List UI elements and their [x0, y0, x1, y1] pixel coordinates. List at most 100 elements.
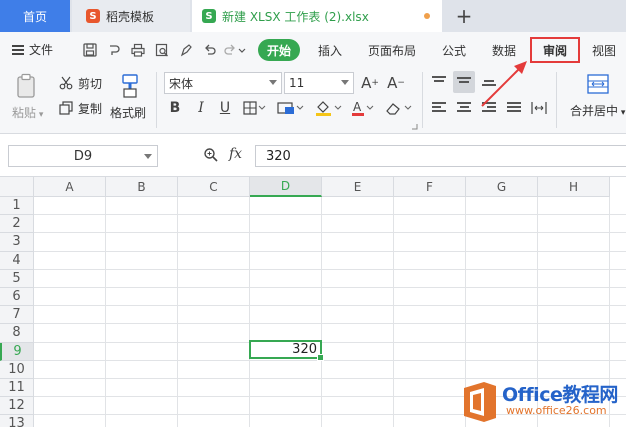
paste-button[interactable]: 粘贴 ▾ — [12, 104, 43, 121]
cell-style-icon[interactable] — [276, 98, 306, 118]
align-left-icon[interactable] — [432, 102, 446, 114]
grid-row-line — [34, 250, 626, 252]
formula-input[interactable]: 320 — [255, 145, 626, 167]
format-copy-icon[interactable] — [178, 42, 194, 58]
row-header-9[interactable]: 9 — [0, 342, 34, 361]
column-header-g[interactable]: G — [466, 177, 538, 197]
row-header-3[interactable]: 3 — [0, 233, 34, 252]
watermark-subtitle: www.office26.com — [506, 404, 607, 417]
align-middle-icon[interactable] — [457, 77, 471, 89]
output-icon[interactable] — [106, 42, 122, 58]
column-header-f[interactable]: F — [394, 177, 466, 197]
tab-view-label: 视图 — [592, 43, 617, 58]
row-header-2[interactable]: 2 — [0, 215, 34, 234]
save-icon[interactable] — [82, 42, 98, 58]
tab-insert-label: 插入 — [318, 43, 343, 58]
format-painter-button[interactable]: 格式刷 — [110, 104, 146, 121]
tab-insert[interactable]: 插入 — [318, 40, 342, 60]
column-header-e[interactable]: E — [322, 177, 394, 197]
justify-icon[interactable] — [507, 102, 521, 114]
bold-icon[interactable]: B — [166, 98, 184, 118]
row-header-8[interactable]: 8 — [0, 324, 34, 343]
zoom-search-icon[interactable] — [203, 147, 219, 167]
tab-template[interactable]: S 稻壳模板 — [72, 0, 190, 32]
tab-home-label: 首页 — [22, 9, 47, 24]
name-box[interactable]: D9 — [8, 145, 158, 167]
name-box-value: D9 — [73, 148, 93, 164]
file-menu-button[interactable]: 文件 — [12, 41, 53, 58]
align-right-icon[interactable] — [482, 102, 496, 114]
tab-formula[interactable]: 公式 — [442, 40, 466, 60]
cut-label: 剪切 — [78, 77, 103, 91]
row-header-10[interactable]: 10 — [0, 360, 34, 379]
align-bottom-icon[interactable] — [482, 80, 496, 92]
format-painter-icon[interactable] — [118, 72, 142, 100]
decrease-font-icon[interactable]: A − — [386, 72, 406, 94]
column-header-b[interactable]: B — [106, 177, 178, 197]
row-header-6[interactable]: 6 — [0, 288, 34, 307]
row-header-13[interactable]: 13 — [0, 415, 34, 427]
ribbon-divider — [422, 72, 423, 128]
print-icon[interactable] — [130, 42, 146, 58]
column-header-d[interactable]: D — [250, 177, 322, 197]
tab-page-layout[interactable]: 页面布局 — [368, 40, 416, 60]
select-all-corner[interactable] — [0, 177, 34, 197]
row-header-5[interactable]: 5 — [0, 269, 34, 288]
undo-icon[interactable] — [202, 42, 218, 58]
cell-d9-value: 320 — [292, 342, 317, 357]
distribute-icon[interactable] — [529, 98, 549, 118]
formula-bar: D9 fx 320 — [0, 134, 626, 177]
insert-function-button[interactable]: fx — [229, 146, 242, 162]
tab-data[interactable]: 数据 — [492, 40, 516, 60]
column-header-h[interactable]: H — [538, 177, 610, 197]
tab-home[interactable]: 首页 — [0, 0, 70, 32]
unsaved-dot-icon — [424, 13, 430, 19]
align-center-icon[interactable] — [457, 102, 471, 114]
row-header-11[interactable]: 11 — [0, 379, 34, 398]
tab-file[interactable]: S 新建 XLSX 工作表 (2).xlsx — [192, 0, 442, 32]
new-tab-plus-icon[interactable]: + — [452, 0, 476, 32]
row-header-7[interactable]: 7 — [0, 306, 34, 325]
column-header-a[interactable]: A — [34, 177, 106, 197]
tab-view[interactable]: 视图 — [592, 40, 616, 60]
align-top-icon[interactable] — [432, 76, 446, 88]
copy-icon[interactable] — [58, 100, 74, 116]
underline-icon[interactable]: U — [216, 98, 234, 118]
increase-font-icon[interactable]: A + — [360, 72, 380, 94]
border-icon[interactable] — [242, 98, 268, 118]
font-size-value: 11 — [289, 76, 305, 90]
ribbon-divider — [156, 72, 157, 128]
print-preview-icon[interactable] — [154, 42, 170, 58]
grid-row-line — [34, 268, 626, 270]
italic-icon[interactable]: I — [192, 98, 210, 118]
fx-label: fx — [229, 146, 243, 162]
font-name-select[interactable]: 宋体 — [164, 72, 282, 94]
row-header-1[interactable]: 1 — [0, 197, 34, 216]
font-size-select[interactable]: 11 — [284, 72, 354, 94]
font-dialog-launcher-icon[interactable] — [410, 122, 418, 130]
row-header-12[interactable]: 12 — [0, 397, 34, 416]
tab-page-layout-label: 页面布局 — [368, 43, 417, 58]
format-painter-label: 格式刷 — [110, 106, 147, 120]
cut-button[interactable]: 剪切 — [78, 75, 102, 92]
font-name-value: 宋体 — [169, 76, 194, 91]
office-logo-icon — [462, 380, 500, 424]
merge-center-icon[interactable] — [586, 72, 610, 96]
tab-data-label: 数据 — [492, 43, 517, 58]
scissors-icon[interactable] — [58, 75, 74, 91]
copy-button[interactable]: 复制 — [78, 100, 102, 117]
quick-access-dropdown-icon[interactable] — [234, 42, 250, 58]
eraser-icon[interactable] — [384, 98, 414, 118]
merge-center-button[interactable]: 合并居中 ▾ — [570, 102, 625, 119]
font-color-icon[interactable]: A — [350, 98, 376, 118]
paste-icon[interactable] — [14, 72, 40, 100]
selected-cell-d9[interactable]: 320 — [249, 340, 324, 361]
column-header-c[interactable]: C — [178, 177, 250, 197]
chevron-down-icon — [269, 80, 277, 85]
tab-review[interactable]: 审阅 — [530, 37, 580, 63]
fill-color-icon[interactable] — [314, 98, 344, 118]
tab-file-label: 新建 XLSX 工作表 (2).xlsx — [222, 9, 369, 24]
tab-start[interactable]: 开始 — [258, 39, 300, 61]
row-header-4[interactable]: 4 — [0, 251, 34, 270]
ribbon: 粘贴 ▾ 剪切 复制 格式刷 宋体 11 A + A − B I U A 合并居… — [0, 68, 626, 134]
